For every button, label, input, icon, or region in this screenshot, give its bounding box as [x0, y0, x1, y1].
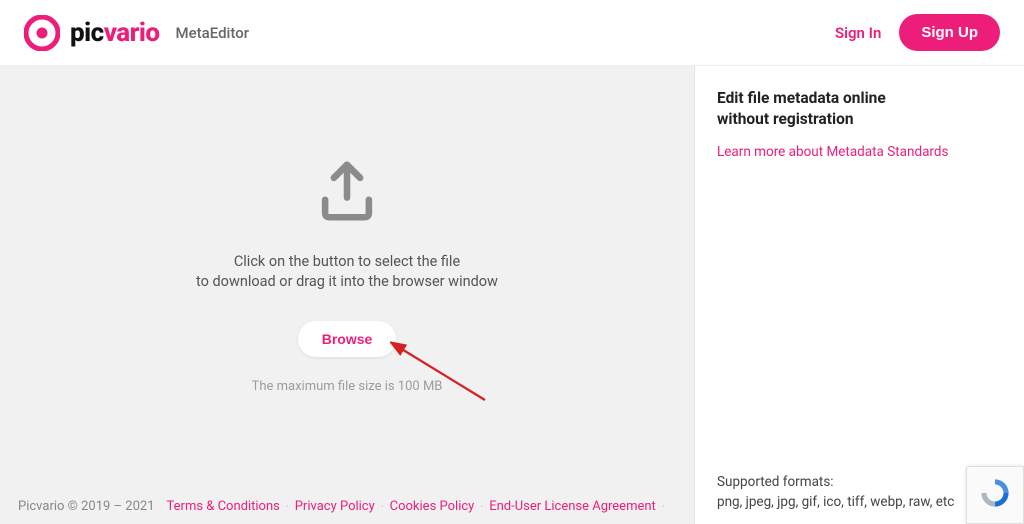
- logo-text: picvario: [70, 18, 160, 48]
- side-title: Edit file metadata online without regist…: [717, 88, 1002, 130]
- footer-eula[interactable]: End-User License Agreement: [489, 499, 656, 514]
- main-panel: Click on the button to select the file t…: [0, 66, 694, 524]
- recaptcha-icon: [978, 476, 1012, 514]
- formats-list: png, jpeg, jpg, gif, ico, tiff, webp, ra…: [717, 494, 1002, 510]
- logo-pic: pic: [70, 18, 104, 48]
- side-title-line2: without registration: [717, 109, 1002, 130]
- max-file-size: The maximum file size is 100 MB: [252, 379, 443, 394]
- learn-more-link[interactable]: Learn more about Metadata Standards: [717, 144, 1002, 160]
- upload-line2: to download or drag it into the browser …: [196, 272, 498, 292]
- footer-cookies[interactable]: Cookies Policy: [390, 499, 475, 514]
- copyright: Picvario © 2019 – 2021: [18, 499, 155, 514]
- logo-icon: [24, 15, 60, 51]
- browse-button[interactable]: Browse: [298, 321, 397, 357]
- recaptcha-badge[interactable]: [966, 466, 1024, 524]
- upload-instructions: Click on the button to select the file t…: [196, 252, 498, 293]
- signup-button[interactable]: Sign Up: [899, 14, 1000, 51]
- side-title-line1: Edit file metadata online: [717, 88, 1002, 109]
- footer-terms[interactable]: Terms & Conditions: [167, 499, 280, 514]
- upload-block: Click on the button to select the file t…: [196, 156, 498, 394]
- upload-icon: [312, 156, 382, 226]
- formats-label: Supported formats:: [717, 474, 1002, 490]
- footer: Picvario © 2019 – 2021 Terms & Condition…: [18, 499, 694, 514]
- logo[interactable]: picvario: [24, 15, 160, 51]
- upload-line1: Click on the button to select the file: [196, 252, 498, 272]
- signin-link[interactable]: Sign In: [835, 24, 881, 42]
- footer-privacy[interactable]: Privacy Policy: [295, 499, 375, 514]
- header: picvario MetaEditor Sign In Sign Up: [0, 0, 1024, 66]
- side-panel: Edit file metadata online without regist…: [694, 66, 1024, 524]
- body: Click on the button to select the file t…: [0, 66, 1024, 524]
- logo-vario: vario: [104, 18, 160, 48]
- product-name: MetaEditor: [176, 24, 249, 42]
